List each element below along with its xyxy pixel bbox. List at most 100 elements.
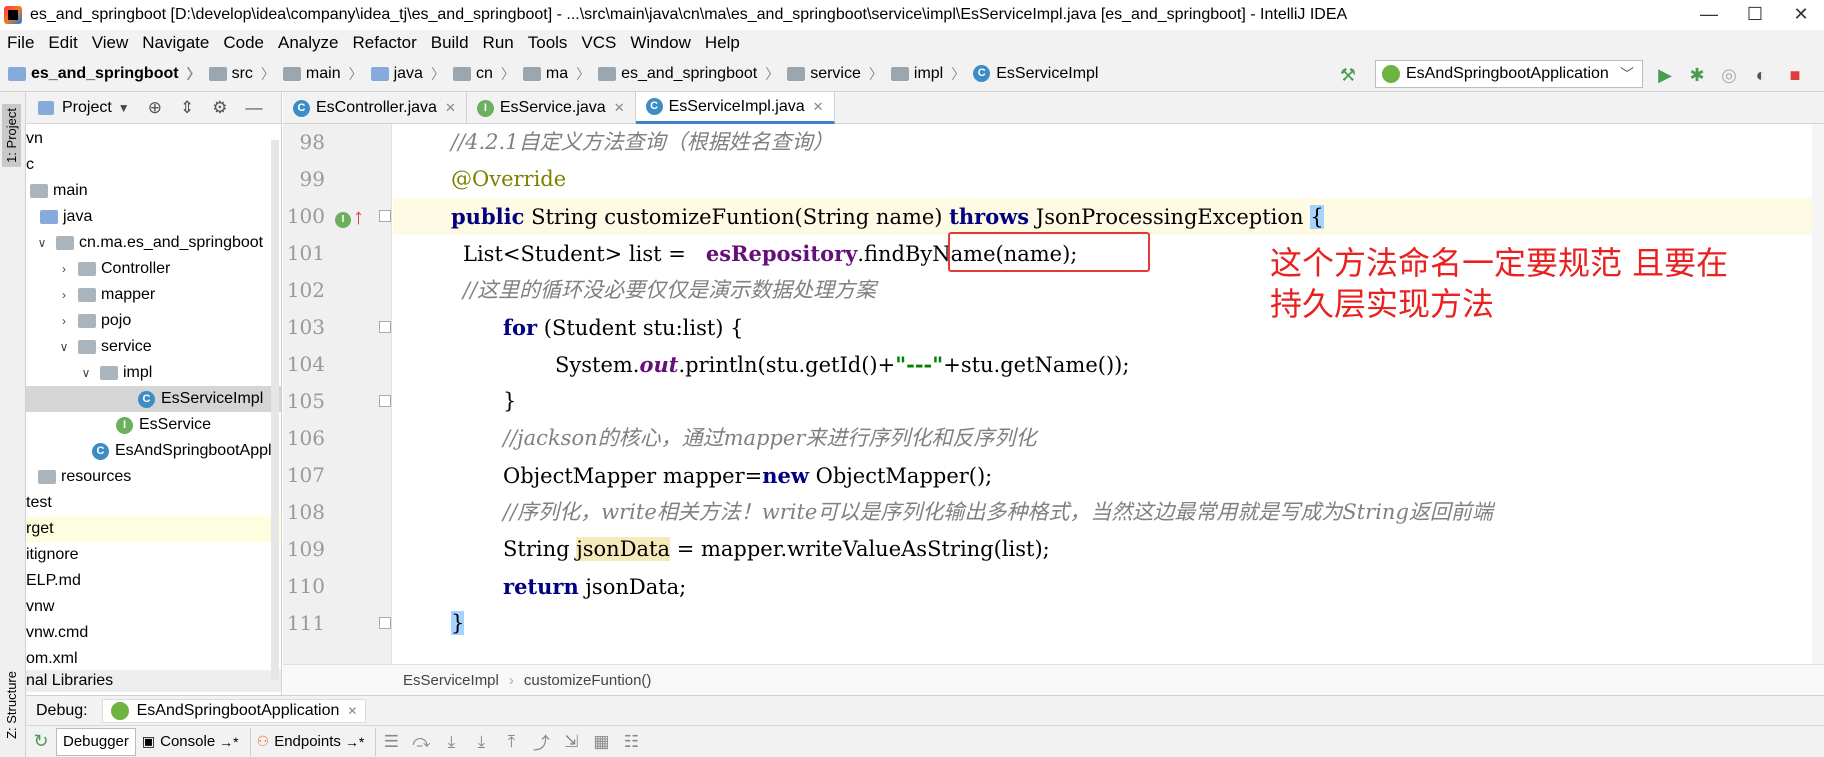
debug-session-tab[interactable]: EsAndSpringbootApplication ✕ [101, 698, 367, 723]
run-configuration-select[interactable]: EsAndSpringbootApplication ﹀ [1375, 60, 1643, 88]
coverage-icon[interactable]: ◎ [1718, 64, 1740, 86]
chevron-down-icon[interactable]: ▼ [118, 101, 130, 115]
close-icon[interactable]: ✕ [614, 100, 625, 116]
evaluate-icon[interactable]: ▦ [586, 732, 616, 752]
crumb-ma[interactable]: ma 〉 [515, 64, 590, 84]
rerun-icon[interactable]: ↻ [26, 731, 56, 752]
tree-item-application[interactable]: C EsAndSpringbootAppli [26, 438, 281, 464]
fold-marker-icon[interactable] [379, 395, 391, 407]
tree-item[interactable]: c [26, 152, 281, 178]
menu-tools[interactable]: Tools [521, 33, 575, 53]
close-icon[interactable]: ✕ [347, 704, 357, 718]
chevron-right-icon[interactable]: › [56, 314, 72, 328]
locate-icon[interactable]: ⊕ [148, 98, 162, 118]
menu-edit[interactable]: Edit [41, 33, 84, 53]
drop-frame-icon[interactable]: ⤴ [526, 729, 556, 754]
crumb-java[interactable]: java 〉 [363, 64, 445, 84]
chevron-right-icon[interactable]: › [56, 288, 72, 302]
menu-file[interactable]: File [0, 33, 41, 53]
tree-item-java[interactable]: java [26, 204, 281, 230]
tree-item-package[interactable]: ∨ cn.ma.es_and_springboot [26, 230, 281, 256]
step-into-icon[interactable]: ⤓ [436, 732, 466, 752]
menu-navigate[interactable]: Navigate [135, 33, 216, 53]
menu-build[interactable]: Build [424, 33, 476, 53]
tree-item-test[interactable]: test [26, 490, 281, 516]
menu-refactor[interactable]: Refactor [345, 33, 423, 53]
tree-item-mvnw-cmd[interactable]: vnw.cmd [26, 620, 281, 646]
crumb-cn[interactable]: cn 〉 [445, 64, 515, 84]
tree-item-gitignore[interactable]: itignore [26, 542, 281, 568]
crumb-main[interactable]: main 〉 [275, 64, 363, 84]
menu-view[interactable]: View [85, 33, 136, 53]
menu-analyze[interactable]: Analyze [271, 33, 345, 53]
tree-item-external-libraries[interactable]: nal Libraries [26, 670, 281, 692]
tree-scrollbar[interactable] [271, 140, 279, 680]
crumb-package[interactable]: es_and_springboot 〉 [590, 64, 779, 84]
close-icon[interactable]: ✕ [445, 100, 456, 116]
menu-help[interactable]: Help [698, 33, 747, 53]
hide-icon[interactable]: — [245, 98, 262, 118]
tab-escontroller[interactable]: C EsController.java ✕ [283, 92, 467, 124]
tree-item-controller[interactable]: › Controller [26, 256, 281, 282]
fold-marker-icon[interactable] [379, 210, 391, 222]
stop-icon[interactable]: ■ [1784, 64, 1806, 86]
menu-window[interactable]: Window [623, 33, 697, 53]
tree-item-esserviceimpl[interactable]: C EsServiceImpl [26, 386, 281, 412]
tree-item-help-md[interactable]: ELP.md [26, 568, 281, 594]
collapse-icon[interactable]: ⇕ [180, 98, 194, 118]
debug-icon[interactable]: ✱ [1686, 64, 1708, 86]
tree-item-target[interactable]: rget [26, 516, 281, 542]
menu-vcs[interactable]: VCS [574, 33, 623, 53]
tab-debugger[interactable]: Debugger [56, 727, 136, 756]
chevron-down-icon[interactable]: ∨ [34, 236, 50, 250]
crumb-service[interactable]: service 〉 [779, 64, 883, 84]
run-to-cursor-icon[interactable]: ⇲ [556, 732, 586, 752]
editor-scrollbar[interactable] [1812, 124, 1824, 664]
trace-icon[interactable]: ☷ [616, 732, 646, 752]
tab-esservice[interactable]: I EsService.java ✕ [467, 92, 636, 124]
step-out-icon[interactable]: ⤒ [496, 732, 526, 752]
step-over-icon[interactable]: ⤼ [406, 732, 436, 752]
tree-item-pom[interactable]: om.xml [26, 646, 281, 672]
maximize-button[interactable]: ☐ [1732, 0, 1778, 30]
fold-marker-icon[interactable] [379, 321, 391, 333]
chevron-down-icon[interactable]: ∨ [56, 340, 72, 354]
tab-console[interactable]: ▣ Console →* [136, 727, 251, 756]
structure-tool-tab[interactable]: Z: Structure [2, 667, 21, 743]
implements-icon[interactable]: I [335, 212, 351, 228]
breadcrumb-class[interactable]: EsServiceImpl [403, 672, 499, 689]
tree-item[interactable]: vn [26, 126, 281, 152]
tree-item-impl[interactable]: ∨ impl [26, 360, 281, 386]
project-panel-title[interactable]: Project [62, 99, 112, 117]
tree-item-mvnw[interactable]: vnw [26, 594, 281, 620]
breadcrumb-method[interactable]: customizeFuntion() [524, 672, 652, 689]
menu-run[interactable]: Run [476, 33, 521, 53]
crumb-class[interactable]: C EsServiceImpl [965, 65, 1098, 83]
profile-icon[interactable]: ◐ [1750, 64, 1772, 86]
tree-item-esservice[interactable]: I EsService [26, 412, 281, 438]
crumb-impl[interactable]: impl 〉 [883, 64, 965, 84]
tree-item-service[interactable]: ∨ service [26, 334, 281, 360]
close-button[interactable]: ✕ [1778, 0, 1824, 30]
chevron-down-icon[interactable]: ∨ [78, 366, 94, 380]
close-icon[interactable]: ✕ [813, 99, 824, 115]
chevron-right-icon[interactable]: › [56, 262, 72, 276]
tab-endpoints[interactable]: ⚇ Endpoints →* [251, 727, 377, 756]
run-icon[interactable]: ▶ [1654, 64, 1676, 86]
tree-item-main[interactable]: main [26, 178, 281, 204]
tree-item-resources[interactable]: resources [26, 464, 281, 490]
menu-icon[interactable]: ☰ [376, 732, 406, 752]
code-editor[interactable]: 98 99 100 101 102 103 104 105 106 107 10… [283, 124, 1824, 664]
project-tool-tab[interactable]: 1: Project [2, 104, 21, 167]
gear-icon[interactable]: ⚙ [212, 98, 227, 118]
tree-item-mapper[interactable]: › mapper [26, 282, 281, 308]
menu-code[interactable]: Code [216, 33, 271, 53]
crumb-src[interactable]: src 〉 [201, 64, 275, 84]
crumb-project[interactable]: es_and_springboot 〉 [0, 64, 201, 84]
minimize-button[interactable]: — [1686, 0, 1732, 30]
tree-item-pojo[interactable]: › pojo [26, 308, 281, 334]
force-step-into-icon[interactable]: ⤓ [466, 732, 496, 752]
arrow-up-icon[interactable]: ↑ [353, 204, 364, 230]
build-hammer-icon[interactable]: ⚒ [1337, 64, 1359, 86]
fold-marker-icon[interactable] [379, 617, 391, 629]
